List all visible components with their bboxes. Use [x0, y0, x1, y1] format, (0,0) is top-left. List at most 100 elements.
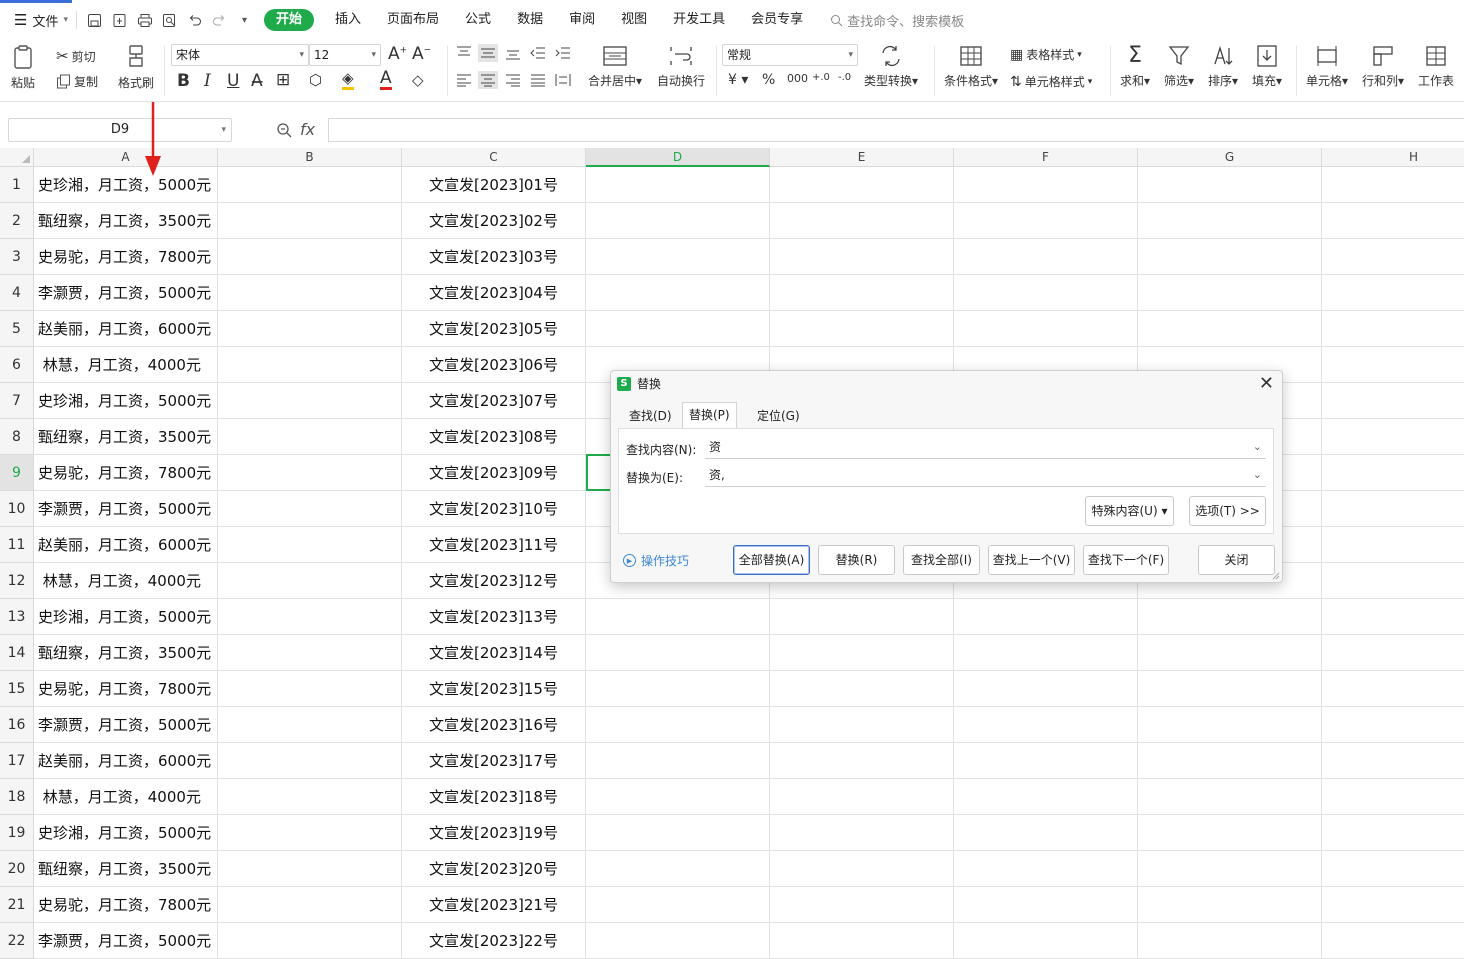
cell-a[interactable]: 赵美丽，月工资，6000元 [34, 527, 218, 563]
cell-empty[interactable] [586, 167, 770, 203]
tab-review[interactable]: 审阅 [556, 9, 608, 31]
cell-empty[interactable] [586, 707, 770, 743]
formula-input[interactable] [328, 118, 1464, 142]
cell-c[interactable]: 文宣发[2023]12号 [402, 563, 586, 599]
tips-link[interactable]: ▶ 操作技巧 [623, 552, 689, 569]
row-header[interactable]: 6 [0, 347, 34, 383]
cell-empty[interactable] [954, 599, 1138, 635]
find-next-button[interactable]: 查找下一个(F) [1083, 545, 1169, 575]
decrease-font-icon[interactable]: A− [412, 44, 431, 64]
cell-empty[interactable] [770, 203, 954, 239]
cell-empty[interactable] [770, 239, 954, 275]
cell-empty[interactable] [1322, 671, 1464, 707]
cell-empty[interactable] [770, 311, 954, 347]
row-header[interactable]: 16 [0, 707, 34, 743]
tab-page-layout[interactable]: 页面布局 [374, 9, 452, 31]
cell-empty[interactable] [1138, 311, 1322, 347]
cell-empty[interactable] [218, 599, 402, 635]
resize-grip-icon[interactable] [1272, 572, 1280, 580]
cell-empty[interactable] [770, 275, 954, 311]
cell-a[interactable]: 史易驼，月工资，7800元 [34, 239, 218, 275]
cell-empty[interactable] [218, 491, 402, 527]
cell-empty[interactable] [586, 671, 770, 707]
cell-empty[interactable] [770, 167, 954, 203]
cell-empty[interactable] [218, 743, 402, 779]
cell-empty[interactable] [586, 275, 770, 311]
row-header[interactable]: 2 [0, 203, 34, 239]
cell-empty[interactable] [586, 851, 770, 887]
cell-empty[interactable] [954, 815, 1138, 851]
customize-toolbar-icon[interactable]: ▾ [235, 11, 254, 30]
cell-empty[interactable] [218, 419, 402, 455]
strikethrough-icon[interactable]: A̶ [251, 71, 263, 91]
align-bottom-icon[interactable] [505, 46, 521, 60]
row-header[interactable]: 21 [0, 887, 34, 923]
cell-empty[interactable] [1322, 887, 1464, 923]
row-header[interactable]: 5 [0, 311, 34, 347]
cell-c[interactable]: 文宣发[2023]14号 [402, 635, 586, 671]
cell-empty[interactable] [1322, 527, 1464, 563]
cell-empty[interactable] [1322, 347, 1464, 383]
number-format-select[interactable]: 常规 ▾ [722, 44, 858, 66]
cell-c[interactable]: 文宣发[2023]13号 [402, 599, 586, 635]
conditional-format-button[interactable]: 条件格式▾ [944, 44, 998, 89]
row-header[interactable]: 19 [0, 815, 34, 851]
cell-empty[interactable] [218, 203, 402, 239]
cell-empty[interactable] [218, 239, 402, 275]
cell-empty[interactable] [1322, 203, 1464, 239]
tab-developer[interactable]: 开发工具 [660, 9, 738, 31]
save-icon[interactable] [85, 11, 104, 30]
format-painter-button[interactable]: 格式刷 [118, 44, 154, 91]
cell-empty[interactable] [1138, 851, 1322, 887]
cell-a[interactable]: 李灏贾，月工资，5000元 [34, 707, 218, 743]
cell-a[interactable]: 赵美丽，月工资，6000元 [34, 743, 218, 779]
find-all-button[interactable]: 查找全部(I) [903, 545, 980, 575]
tab-view[interactable]: 视图 [608, 9, 660, 31]
cell-empty[interactable] [218, 923, 402, 959]
replace-button[interactable]: 替换(R) [818, 545, 895, 575]
cell-empty[interactable] [218, 527, 402, 563]
cell-a[interactable]: 林慧，月工资，4000元 [34, 779, 218, 815]
cell-empty[interactable] [954, 275, 1138, 311]
cell-empty[interactable] [1138, 599, 1322, 635]
replace-all-button[interactable]: 全部替换(A) [733, 545, 810, 575]
cell-a[interactable]: 史珍湘，月工资，5000元 [34, 383, 218, 419]
cell-empty[interactable] [218, 383, 402, 419]
row-col-button[interactable]: 行和列▾ [1362, 44, 1404, 89]
row-header[interactable]: 7 [0, 383, 34, 419]
cell-empty[interactable] [1322, 419, 1464, 455]
cell-empty[interactable] [1322, 635, 1464, 671]
cell-a[interactable]: 史易驼，月工资，7800元 [34, 455, 218, 491]
cell-a[interactable]: 李灏贾，月工资，5000元 [34, 923, 218, 959]
percent-icon[interactable]: % [762, 72, 775, 88]
cell-empty[interactable] [1138, 167, 1322, 203]
cell-c[interactable]: 文宣发[2023]22号 [402, 923, 586, 959]
cell-empty[interactable] [1322, 563, 1464, 599]
sum-button[interactable]: Σ 求和▾ [1120, 44, 1150, 89]
cell-empty[interactable] [218, 779, 402, 815]
zoom-formula-icon[interactable] [276, 122, 292, 138]
copy-button[interactable]: 复制 [56, 73, 98, 90]
cell-a[interactable]: 甄纽察，月工资，3500元 [34, 851, 218, 887]
cell-empty[interactable] [1138, 887, 1322, 923]
cell-empty[interactable] [1322, 311, 1464, 347]
row-header[interactable]: 10 [0, 491, 34, 527]
cell-a[interactable]: 史易驼，月工资，7800元 [34, 887, 218, 923]
cell-empty[interactable] [770, 743, 954, 779]
decrease-decimal-icon[interactable]: -.0 [838, 72, 851, 83]
cell-a[interactable]: 赵美丽，月工资，6000元 [34, 311, 218, 347]
column-header-h[interactable]: H [1322, 148, 1464, 167]
cell-empty[interactable] [218, 635, 402, 671]
cell-empty[interactable] [954, 779, 1138, 815]
tab-member[interactable]: 会员专享 [738, 9, 816, 31]
cell-empty[interactable] [954, 743, 1138, 779]
cell-empty[interactable] [586, 599, 770, 635]
cell-empty[interactable] [1322, 599, 1464, 635]
row-header[interactable]: 20 [0, 851, 34, 887]
cell-empty[interactable] [218, 563, 402, 599]
cell-empty[interactable] [1138, 779, 1322, 815]
thousands-icon[interactable]: 000 [787, 72, 808, 85]
cell-c[interactable]: 文宣发[2023]21号 [402, 887, 586, 923]
cell-empty[interactable] [954, 203, 1138, 239]
column-header-c[interactable]: C [402, 148, 586, 167]
